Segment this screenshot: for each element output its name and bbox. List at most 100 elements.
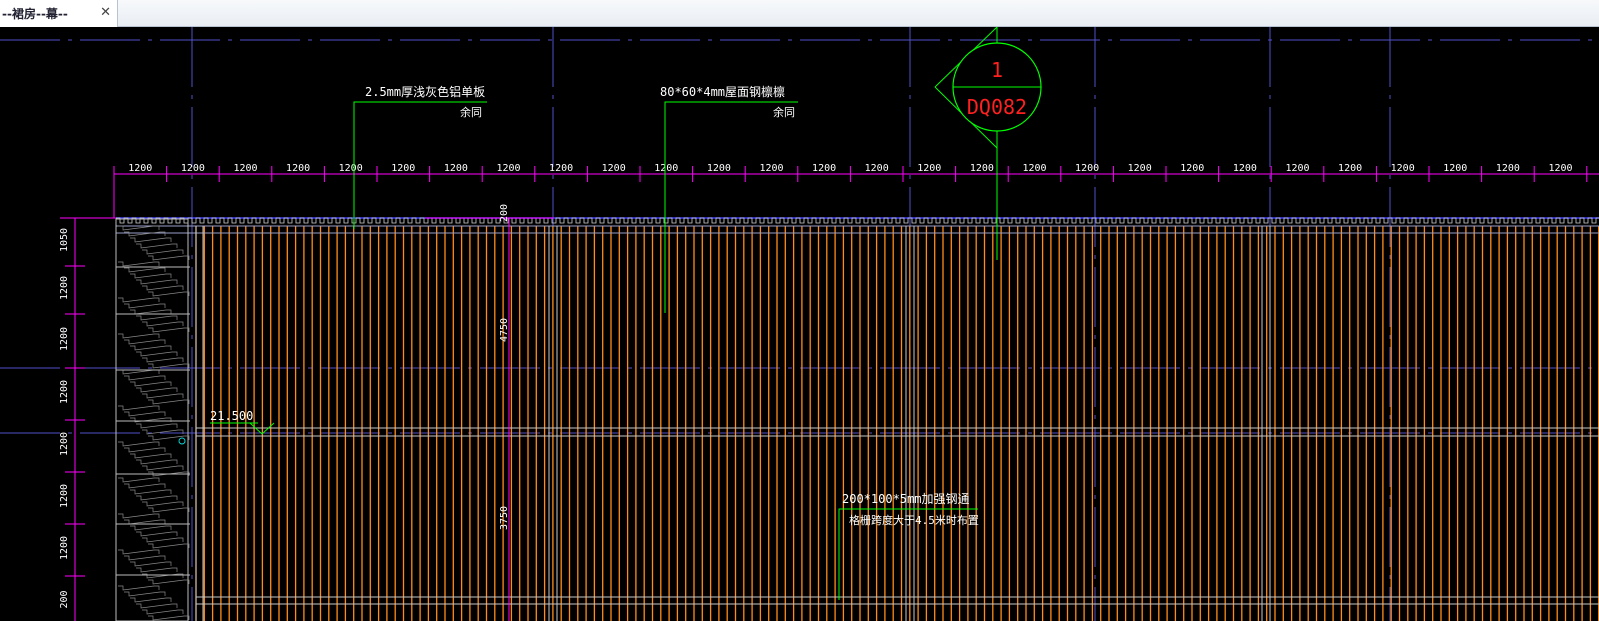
hatch-stroke (118, 333, 160, 339)
hatch-stroke (136, 531, 178, 537)
hatch-stroke (130, 525, 172, 531)
hatch-stroke (148, 291, 190, 297)
top-dim-label: 1200 (444, 163, 468, 174)
hatch-stroke (136, 423, 178, 429)
callout-beam-line2: 格栅跨度大于4.5米时布置 (849, 513, 979, 527)
top-dim-label: 1200 (917, 163, 941, 174)
hatch-stroke (130, 309, 172, 315)
top-dim-label: 1200 (549, 163, 573, 174)
hatch-stroke (118, 477, 160, 483)
hatch-stroke (142, 285, 184, 291)
callout-aluminium-panel[interactable]: 2.5mm厚浅灰色铝单板 余同 (353, 84, 487, 229)
cad-drawing-canvas[interactable]: 1200 1200 1200 1200 1200 1200 1200 1200 1200 1200… (0, 27, 1599, 621)
top-dim-label: 1200 (286, 163, 310, 174)
hatch-stroke (148, 327, 190, 333)
dimension-lines: 1200 1200 1200 1200 1200 1200 1200 1200 1200 1200… (59, 163, 1599, 621)
hatch-stroke (148, 543, 190, 549)
detail-marker-number: 1 (991, 58, 1003, 82)
hatch-stroke (118, 513, 160, 519)
callout-purlin-line1: 80*60*4mm屋面钢檩檩 (660, 84, 785, 99)
hatch-stroke (148, 615, 190, 621)
hatch-stroke (142, 537, 184, 543)
elevation-marker[interactable]: 21.500 (178, 409, 275, 445)
hatch-stroke (142, 357, 184, 363)
callout-panel-line2: 余同 (460, 105, 482, 119)
vdim-lower: 3750 (499, 506, 510, 530)
hatch-stroke (124, 591, 166, 597)
top-dim-label: 1200 (759, 163, 783, 174)
elevation-value: 21.500 (210, 409, 253, 423)
hatch-stroke (148, 255, 190, 261)
top-dim-label: 1200 (1496, 163, 1520, 174)
left-dim-label: 200 (59, 590, 70, 608)
hatch-stroke (118, 297, 160, 303)
hatch-stroke (136, 603, 178, 609)
hatch-stroke (124, 375, 166, 381)
hatch-stroke (130, 381, 172, 387)
detail-marker[interactable]: 1 DQ082 (934, 27, 1042, 260)
top-dim-label: 1200 (1285, 163, 1309, 174)
hatch-stroke (124, 339, 166, 345)
hatch-stroke (142, 501, 184, 507)
document-tab[interactable]: --裙房--幕-- ✕ (0, 0, 118, 27)
top-dim-label: 1200 (1338, 163, 1362, 174)
hatch-stroke (136, 315, 178, 321)
hatch-stroke (142, 249, 184, 255)
hatch-stroke (118, 549, 160, 555)
hatch-stroke (136, 567, 178, 573)
hatch-stroke (148, 579, 190, 585)
callout-beam-line1: 200*100*5mm加强钢通 (842, 492, 969, 506)
hatch-stroke (142, 465, 184, 471)
top-dim-label: 1200 (339, 163, 363, 174)
top-dim-label: 1200 (1128, 163, 1152, 174)
left-dim-label: 1200 (59, 380, 70, 404)
detail-marker-sheet: DQ082 (967, 95, 1027, 119)
hatch-stroke (124, 555, 166, 561)
hatch-stroke (118, 585, 160, 591)
top-dim-label: 1200 (391, 163, 415, 174)
close-icon[interactable]: ✕ (100, 5, 111, 20)
top-dim-label: 1200 (181, 163, 205, 174)
hatch-stroke (118, 225, 160, 231)
hatch-stroke (124, 303, 166, 309)
left-dim-label: 1200 (59, 432, 70, 456)
left-dim-label: 1200 (59, 536, 70, 560)
top-dim-label: 1200 (1022, 163, 1046, 174)
top-dim-label: 1200 (970, 163, 994, 174)
top-dim-label: 1200 (1075, 163, 1099, 174)
top-dim-label: 1200 (654, 163, 678, 174)
top-dim-label: 1200 (1391, 163, 1415, 174)
callout-purlin-line2: 余同 (773, 105, 795, 119)
hatch-stroke (130, 489, 172, 495)
hatch-stroke (118, 405, 160, 411)
hatch-stroke (142, 609, 184, 615)
panel-frame-lines (115, 217, 1599, 621)
hatch-stroke (124, 519, 166, 525)
top-dim-label: 1200 (812, 163, 836, 174)
hatch-stroke (124, 411, 166, 417)
hatch-stroke (118, 441, 160, 447)
left-dim-label: 1200 (59, 327, 70, 351)
hatch-stroke (130, 561, 172, 567)
document-tab-bar: --裙房--幕-- ✕ (0, 0, 1599, 27)
hatch-stroke (130, 597, 172, 603)
hatch-stroke (124, 483, 166, 489)
hatch-stroke (124, 267, 166, 273)
hatch-stroke (130, 273, 172, 279)
top-dim-label: 1200 (1233, 163, 1257, 174)
hatch-stroke (130, 237, 172, 243)
vdim-top-small: 200 (499, 204, 510, 222)
hatch-stroke (136, 459, 178, 465)
side-hatch-pattern (115, 218, 190, 621)
hatch-stroke (124, 447, 166, 453)
hatch-stroke (148, 399, 190, 405)
hatch-stroke (136, 279, 178, 285)
hatch-stroke (136, 387, 178, 393)
hatch-stroke (118, 369, 160, 375)
hatch-stroke (118, 261, 160, 267)
hatch-stroke (136, 243, 178, 249)
top-dim-label: 1200 (865, 163, 889, 174)
left-dim-label: 1200 (59, 484, 70, 508)
hatch-stroke (148, 363, 190, 369)
hatch-stroke (148, 507, 190, 513)
